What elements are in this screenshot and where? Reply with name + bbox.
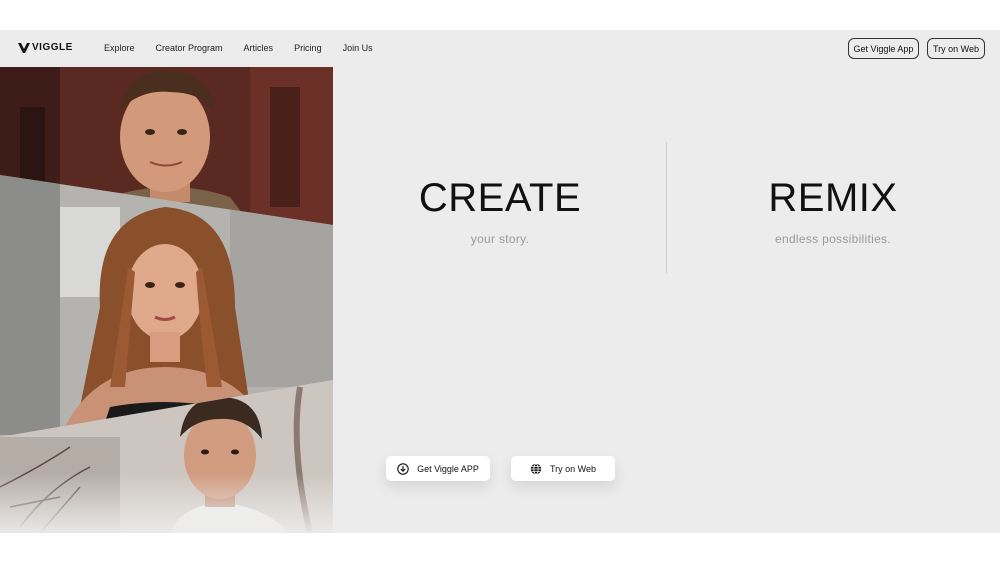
nav-link-pricing[interactable]: Pricing — [294, 43, 322, 53]
get-viggle-app-button[interactable]: Get Viggle App — [848, 38, 919, 59]
try-on-web-cta-button[interactable]: Try on Web — [511, 456, 615, 481]
nav-link-creator-program[interactable]: Creator Program — [156, 43, 223, 53]
top-nav: VIGGLE Explore Creator Program Articles … — [0, 30, 1000, 67]
remix-column: REMIX endless possibilities. — [683, 175, 983, 246]
collage-fade-overlay — [0, 473, 333, 533]
nav-links: Explore Creator Program Articles Pricing… — [104, 43, 373, 53]
landing-page: VIGGLE Explore Creator Program Articles … — [0, 30, 1000, 533]
create-subtitle: your story. — [470, 232, 530, 246]
logo-text: VIGGLE — [32, 42, 73, 53]
remix-title: REMIX — [768, 176, 898, 220]
column-divider — [666, 142, 667, 273]
download-icon — [397, 462, 409, 475]
nav-link-explore[interactable]: Explore — [104, 43, 135, 53]
globe-icon — [530, 462, 542, 475]
try-on-web-cta-label: Try on Web — [549, 463, 596, 474]
get-viggle-app-cta-label: Get Viggle APP — [417, 463, 479, 474]
nav-link-articles[interactable]: Articles — [244, 43, 274, 53]
get-viggle-app-cta-button[interactable]: Get Viggle APP — [386, 456, 490, 481]
try-on-web-button[interactable]: Try on Web — [927, 38, 985, 59]
remix-subtitle: endless possibilities. — [775, 232, 891, 246]
create-title: CREATE — [418, 176, 582, 220]
create-column: CREATE your story. — [350, 175, 650, 246]
viggle-v-icon — [18, 42, 30, 53]
hero-image-collage — [0, 67, 333, 533]
logo[interactable]: VIGGLE — [18, 42, 73, 53]
nav-link-join-us[interactable]: Join Us — [343, 43, 373, 53]
